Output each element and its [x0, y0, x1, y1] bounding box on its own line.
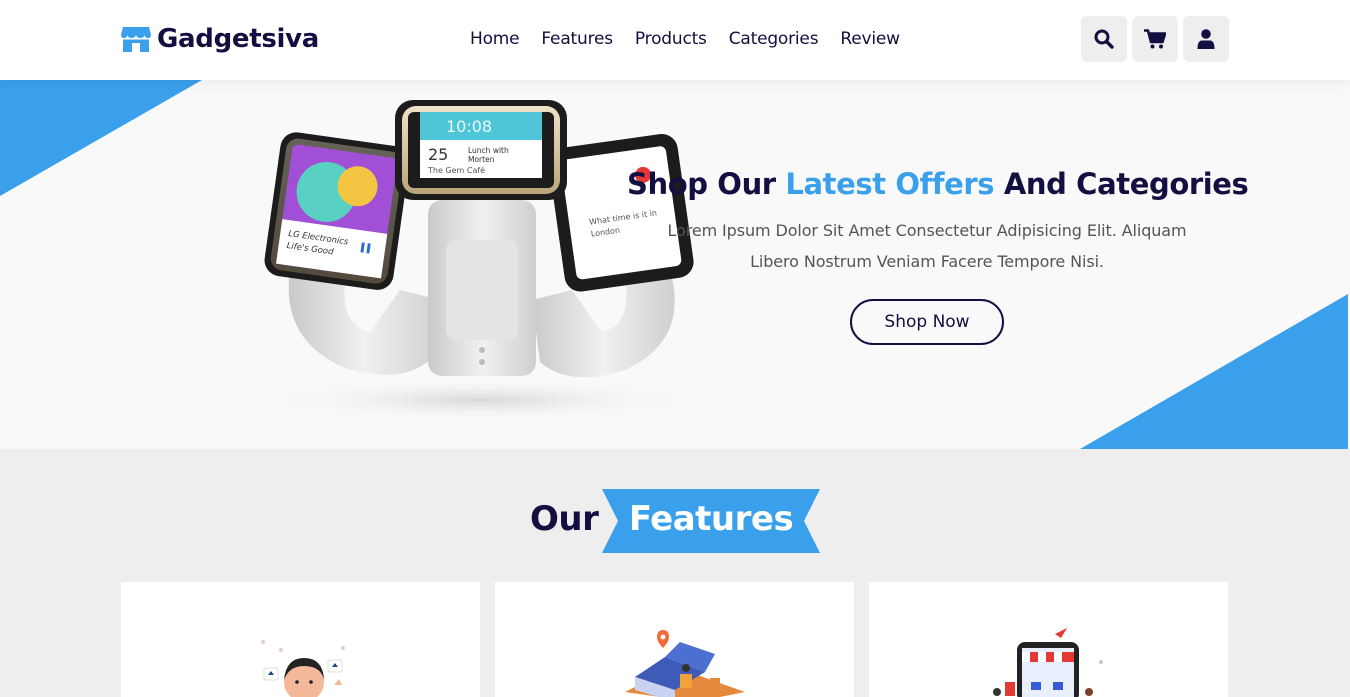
hero-title-start: Shop Our — [627, 167, 786, 201]
hero-content: Shop Our Latest Offers And Categories Lo… — [627, 167, 1249, 345]
cart-icon — [1144, 29, 1166, 49]
nav-link-home[interactable]: Home — [470, 28, 520, 50]
watch-center-line2: Morten — [468, 155, 495, 164]
cart-button[interactable] — [1132, 16, 1178, 62]
watch-center-time: 10:08 — [446, 117, 492, 136]
features-heading-accent: Features — [628, 499, 794, 539]
nav-link-features[interactable]: Features — [541, 28, 613, 50]
feature-card-1 — [121, 582, 480, 697]
features-heading-plain: Our — [530, 499, 599, 539]
nav-link-products[interactable]: Products — [635, 28, 707, 50]
search-icon — [1094, 29, 1114, 49]
search-button[interactable] — [1081, 16, 1127, 62]
features-heading: Our Features — [0, 489, 1350, 553]
feature-card-2 — [495, 582, 854, 697]
store-icon — [121, 27, 151, 52]
online-shop-illustration — [993, 628, 1103, 697]
main-nav: Home Features Products Categories Review — [470, 28, 922, 50]
features-heading-ribbon: Features — [602, 489, 820, 553]
hero-title: Shop Our Latest Offers And Categories — [627, 167, 1249, 201]
hero-title-accent: Latest Offers — [785, 167, 995, 201]
watch-center-line1: Lunch with — [468, 146, 509, 155]
user-button[interactable] — [1183, 16, 1229, 62]
feature-card-3 — [869, 582, 1228, 697]
user-icon — [1197, 29, 1215, 49]
brand-logo[interactable]: Gadgetsiva — [121, 22, 319, 56]
hero-title-end: And Categories — [994, 167, 1249, 201]
customer-review-illustration — [261, 640, 345, 697]
site-header: Gadgetsiva Home Features Products Catego… — [0, 0, 1350, 80]
brand-name: Gadgetsiva — [157, 24, 320, 54]
decorative-triangle-left — [0, 80, 202, 196]
watch-center-day: 25 — [428, 145, 448, 164]
watch-center-line3: The Gem Café — [427, 165, 485, 175]
hero-description: Lorem Ipsum Dolor Sit Amet Consectetur A… — [667, 221, 1187, 271]
hero-section: LG Electronics Life's Good What time is … — [0, 80, 1350, 449]
nav-link-categories[interactable]: Categories — [729, 28, 819, 50]
delivery-illustration — [625, 630, 745, 697]
shop-now-button[interactable]: Shop Now — [850, 299, 1004, 345]
nav-link-review[interactable]: Review — [840, 28, 900, 50]
header-icons — [1081, 16, 1234, 62]
